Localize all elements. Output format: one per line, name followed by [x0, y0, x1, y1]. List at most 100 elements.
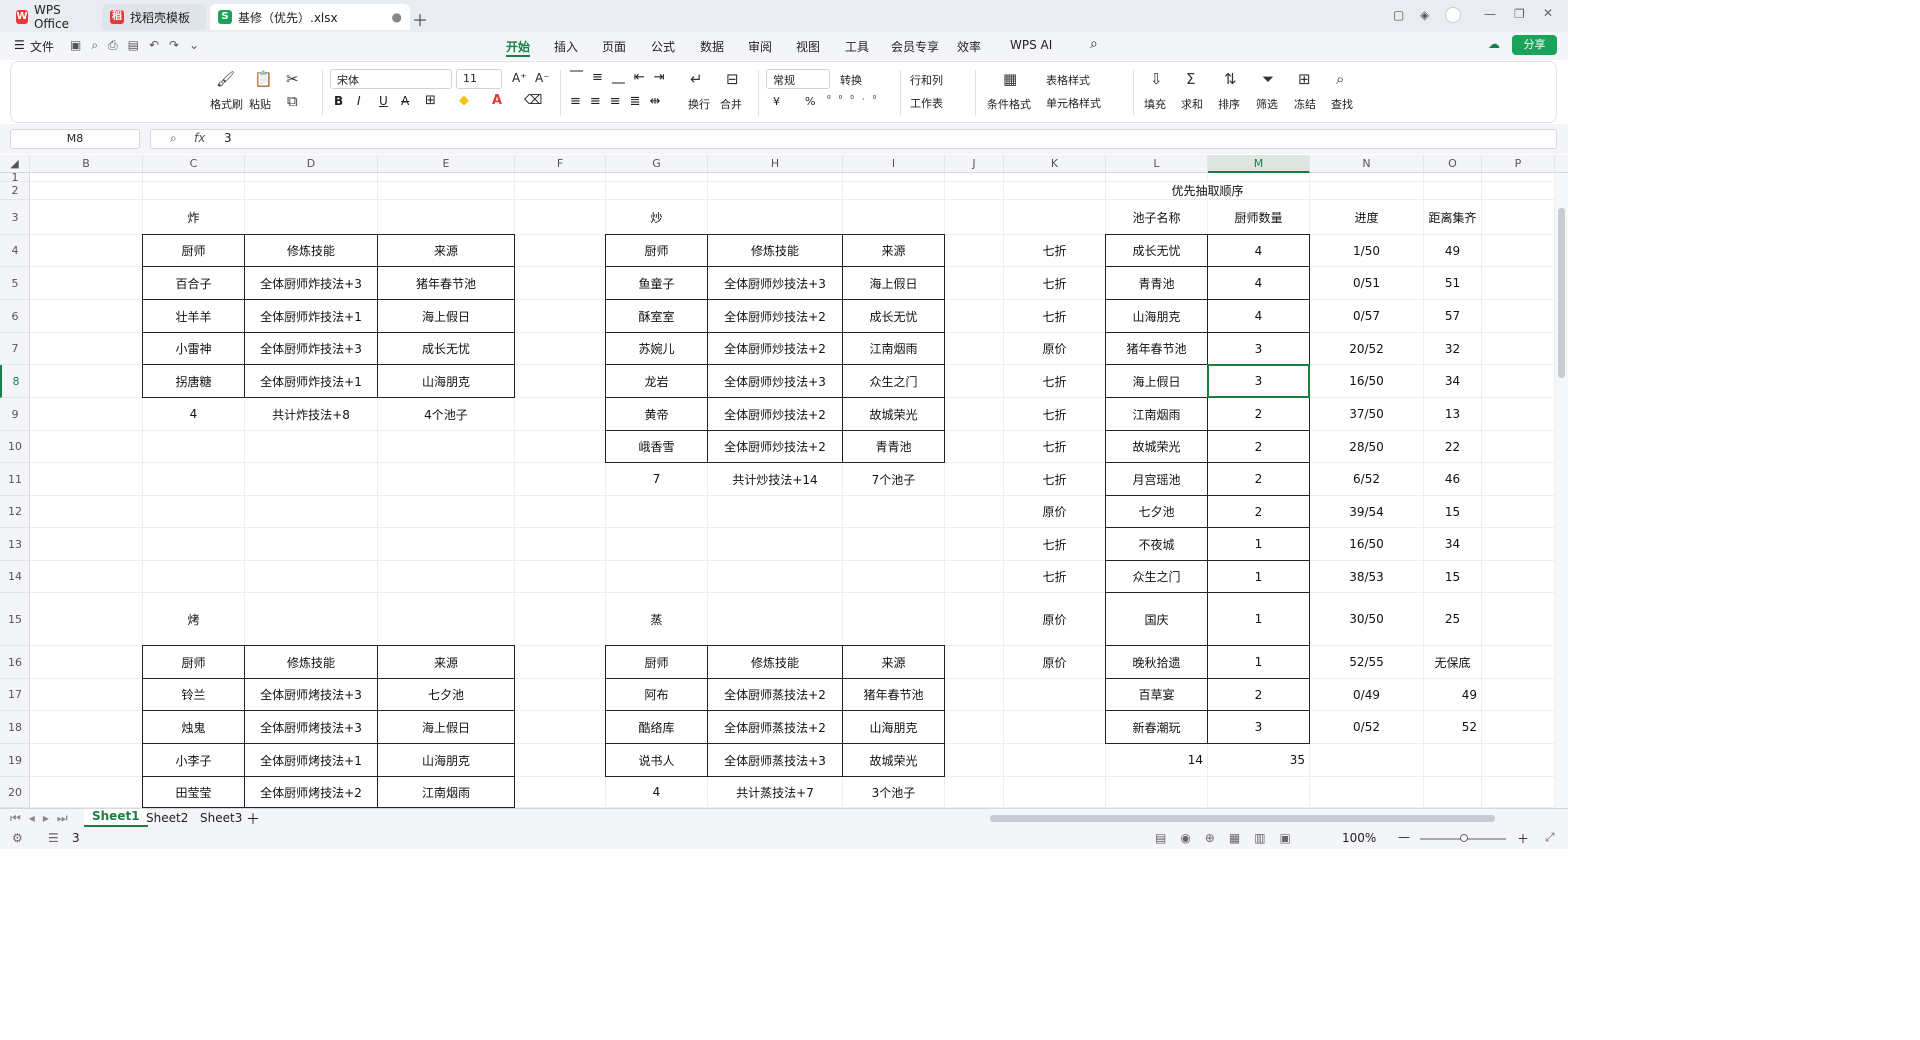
empty-cell[interactable] — [245, 173, 378, 182]
empty-cell[interactable] — [515, 593, 606, 646]
empty-cell[interactable] — [1004, 173, 1106, 182]
row-header-12[interactable]: 12 — [0, 496, 30, 528]
decimal-icons[interactable]: ⁰⁰⁰·⁰ — [827, 95, 884, 105]
cell-H19[interactable]: 全体厨师蒸技法+3 — [707, 743, 843, 777]
cell-K6[interactable]: 七折 — [1004, 300, 1106, 333]
cell-style-button[interactable]: 单元格样式 — [1046, 95, 1101, 111]
column-header-E[interactable]: E — [378, 155, 515, 173]
view-mode-icons[interactable]: ▤◉⊕▦▥▣ — [1155, 831, 1305, 845]
font-name-select[interactable]: 宋体 — [330, 69, 452, 89]
cell-H7[interactable]: 全体厨师炒技法+2 — [707, 332, 843, 365]
empty-cell[interactable] — [945, 365, 1004, 398]
cell-L18[interactable]: 新春潮玩 — [1105, 710, 1208, 744]
empty-cell[interactable] — [1004, 182, 1106, 200]
cell-M17[interactable]: 2 — [1207, 678, 1310, 711]
row-header-20[interactable]: 20 — [0, 777, 30, 808]
cell-N13[interactable]: 16/50 — [1310, 528, 1424, 561]
row-header-1[interactable]: 1 — [0, 172, 30, 183]
cell-L9[interactable]: 江南烟雨 — [1105, 397, 1208, 431]
empty-cell[interactable] — [30, 173, 143, 182]
empty-cell[interactable] — [1482, 333, 1555, 365]
empty-cell[interactable] — [245, 561, 378, 593]
cell-L4[interactable]: 成长无忧 — [1105, 234, 1208, 267]
empty-cell[interactable] — [30, 528, 143, 561]
cell-N7[interactable]: 20/52 — [1310, 333, 1424, 365]
cell-D16[interactable]: 修炼技能 — [244, 645, 378, 679]
empty-cell[interactable] — [843, 182, 945, 200]
cell-I9[interactable]: 故城荣光 — [842, 397, 945, 431]
empty-cell[interactable] — [515, 365, 606, 398]
cell-O16[interactable]: 无保底 — [1424, 646, 1482, 679]
strike-icon[interactable]: A — [401, 94, 409, 108]
empty-cell[interactable] — [843, 593, 945, 646]
paste-label[interactable]: 粘贴 — [249, 96, 271, 112]
cell-I8[interactable]: 众生之门 — [842, 364, 945, 398]
cell-L17[interactable]: 百草宴 — [1105, 678, 1208, 711]
empty-cell[interactable] — [1482, 431, 1555, 463]
empty-cell[interactable] — [1482, 267, 1555, 300]
cell-N15[interactable]: 30/50 — [1310, 593, 1424, 646]
empty-cell[interactable] — [30, 593, 143, 646]
cell-E8[interactable]: 山海朋克 — [377, 364, 515, 398]
cell-M19[interactable]: 35 — [1208, 744, 1310, 777]
find-icon[interactable]: ⌕ — [1336, 70, 1344, 88]
cell-O5[interactable]: 51 — [1424, 267, 1482, 300]
empty-cell[interactable] — [1310, 744, 1424, 777]
empty-cell[interactable] — [945, 333, 1004, 365]
cell-H10[interactable]: 全体厨师炒技法+2 — [707, 430, 843, 463]
zoom-slider-knob[interactable] — [1460, 834, 1468, 842]
empty-cell[interactable] — [245, 463, 378, 496]
empty-cell[interactable] — [1482, 300, 1555, 333]
zoom-formula-icon[interactable]: ⌕ — [170, 131, 177, 146]
column-header-H[interactable]: H — [708, 155, 843, 173]
border-icon[interactable]: ⊞ — [425, 93, 436, 108]
underline-icon[interactable]: U — [379, 94, 388, 108]
empty-cell[interactable] — [1482, 777, 1555, 808]
tab-formula[interactable]: 公式 — [651, 38, 675, 55]
cell-M9[interactable]: 2 — [1207, 397, 1310, 431]
cell-O3[interactable]: 距离集齐 — [1424, 200, 1482, 235]
empty-cell[interactable] — [945, 235, 1004, 267]
column-header-M[interactable]: M — [1208, 155, 1310, 173]
empty-cell[interactable] — [378, 463, 515, 496]
empty-cell[interactable] — [378, 593, 515, 646]
new-tab-icon[interactable]: ＋ — [412, 7, 428, 31]
empty-cell[interactable] — [30, 200, 143, 235]
column-header-C[interactable]: C — [143, 155, 245, 173]
cube-icon[interactable]: ◈ — [1420, 8, 1429, 22]
cell-L14[interactable]: 众生之门 — [1105, 560, 1208, 593]
sort-label[interactable]: 排序 — [1218, 96, 1240, 112]
cell-L12[interactable]: 七夕池 — [1105, 495, 1208, 528]
cell-I16[interactable]: 来源 — [842, 645, 945, 679]
column-header-D[interactable]: D — [245, 155, 378, 173]
cell-C9[interactable]: 4 — [143, 398, 245, 431]
cell-E6[interactable]: 海上假日 — [377, 299, 515, 333]
format-painter-label[interactable]: 格式刷 — [210, 96, 243, 112]
empty-cell[interactable] — [1482, 365, 1555, 398]
cell-O18[interactable]: 52 — [1424, 711, 1482, 744]
column-header-P[interactable]: P — [1482, 155, 1555, 173]
empty-cell[interactable] — [515, 711, 606, 744]
cell-L6[interactable]: 山海朋克 — [1105, 299, 1208, 333]
cell-N5[interactable]: 0/51 — [1310, 267, 1424, 300]
cell-G3[interactable]: 炒 — [606, 200, 708, 235]
column-header-L[interactable]: L — [1106, 155, 1208, 173]
empty-cell[interactable] — [945, 711, 1004, 744]
empty-cell[interactable] — [945, 528, 1004, 561]
empty-cell[interactable] — [245, 496, 378, 528]
cell-E19[interactable]: 山海朋克 — [377, 743, 515, 777]
cell-H16[interactable]: 修炼技能 — [707, 645, 843, 679]
empty-cell[interactable] — [515, 463, 606, 496]
column-header-I[interactable]: I — [843, 155, 945, 173]
sheet-tab-1[interactable]: Sheet1 — [84, 809, 148, 827]
cell-E5[interactable]: 猪年春节池 — [377, 266, 515, 300]
row-header-5[interactable]: 5 — [0, 267, 30, 300]
fill-icon[interactable]: ⇩ — [1150, 70, 1163, 88]
avatar[interactable] — [1445, 7, 1461, 23]
empty-cell[interactable] — [30, 235, 143, 267]
cell-K14[interactable]: 七折 — [1004, 561, 1106, 593]
cell-M4[interactable]: 4 — [1207, 234, 1310, 267]
cell-O8[interactable]: 34 — [1424, 365, 1482, 398]
empty-cell[interactable] — [515, 333, 606, 365]
empty-cell[interactable] — [945, 431, 1004, 463]
